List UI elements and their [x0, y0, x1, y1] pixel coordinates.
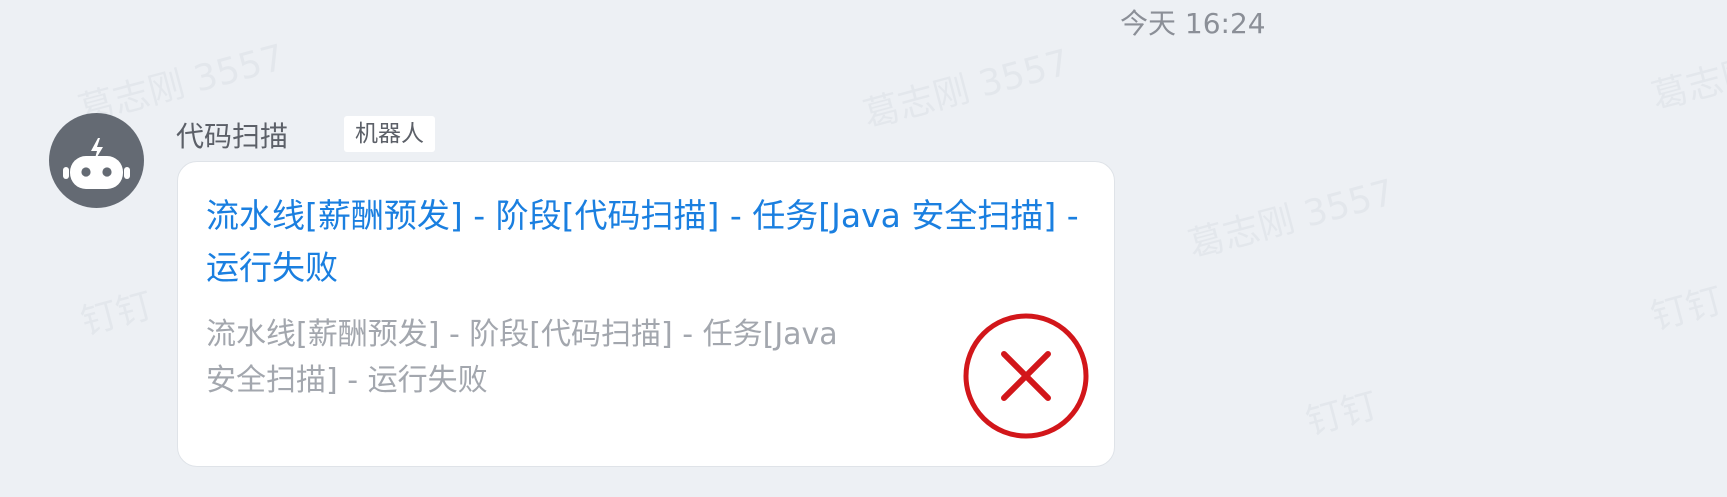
card-description: 流水线[薪酬预发] - 阶段[代码扫描] - 任务[Java 安全扫描] - 运…	[206, 317, 838, 398]
watermark: 葛志刚	[1647, 50, 1727, 119]
watermark: 葛志刚 3557	[1184, 172, 1399, 267]
robot-badge: 机器人	[344, 116, 435, 152]
watermark: 钉钉	[1301, 385, 1383, 444]
watermark: 钉钉	[1646, 280, 1727, 339]
card-title-link[interactable]: 流水线[薪酬预发] - 阶段[代码扫描] - 任务[Java 安全扫描] - 运…	[206, 190, 1086, 294]
watermark: 钉钉	[76, 285, 158, 344]
sender-name[interactable]: 代码扫描	[176, 115, 288, 155]
watermark: 葛志刚 3557	[859, 42, 1074, 137]
message-timestamp: 今天 16:24	[1120, 7, 1266, 40]
robot-icon	[63, 138, 130, 189]
error-x-circle-icon	[963, 313, 1089, 439]
bot-avatar[interactable]	[49, 113, 144, 208]
message-card[interactable]: 流水线[薪酬预发] - 阶段[代码扫描] - 任务[Java 安全扫描] - 运…	[177, 161, 1115, 467]
